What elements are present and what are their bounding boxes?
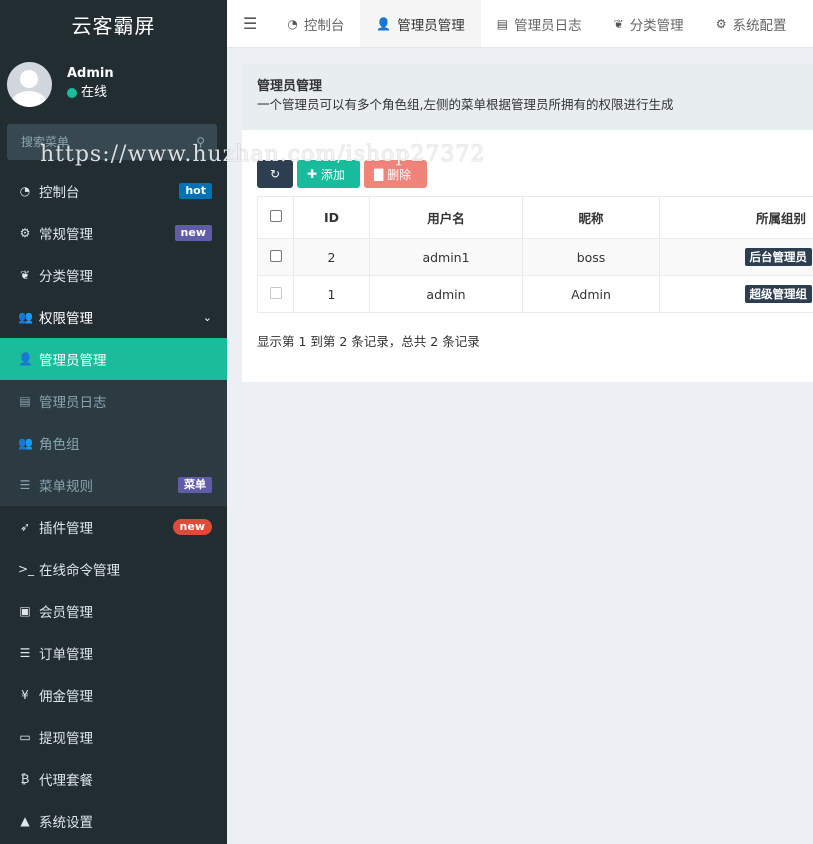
- list-alt-icon: ▤: [496, 16, 509, 31]
- sidebar-item-agent-package[interactable]: ₿ 代理套餐: [0, 758, 227, 800]
- warning-icon: ▲: [20, 814, 30, 828]
- search-box: ⚲: [7, 124, 217, 160]
- tab-admin[interactable]: 👤 管理员管理: [360, 0, 481, 47]
- cogs-icon: ⚙: [19, 226, 31, 240]
- paypal-card-icon: ▭: [19, 730, 31, 744]
- auth-submenu: 👤 管理员管理 ▤ 管理员日志 👥 角色组 ☰ 菜单规则 菜单: [0, 338, 227, 506]
- sidebar-item-system-settings[interactable]: ▲ 系统设置: [0, 800, 227, 842]
- row-checkbox-disabled: [269, 286, 282, 299]
- sidebar-item-auth[interactable]: 👥 权限管理 ⌄: [0, 296, 227, 338]
- dashboard-icon: ◔: [19, 184, 31, 198]
- panel-heading: 管理员管理 一个管理员可以有多个角色组,左侧的菜单根据管理员所拥有的权限进行生成: [242, 64, 813, 130]
- leaf-icon: ❦: [19, 268, 31, 282]
- tab-admin-log[interactable]: ▤ 管理员日志: [481, 0, 598, 47]
- leaf-icon: ❦: [613, 16, 624, 31]
- table-row[interactable]: 2 admin1 boss 后台管理员: [257, 238, 813, 276]
- table-row[interactable]: 1 admin Admin 超级管理组: [257, 275, 813, 313]
- sidebar-item-commission[interactable]: ¥ 佣金管理: [0, 674, 227, 716]
- yen-icon: ¥: [21, 688, 29, 702]
- cell-id: 2: [293, 238, 370, 276]
- refresh-button[interactable]: ↻: [257, 160, 293, 188]
- terminal-icon: >_: [18, 562, 35, 576]
- users-icon: 👥: [18, 310, 33, 324]
- sidebar-item-admin[interactable]: 👤 管理员管理: [0, 338, 227, 380]
- new-badge: new: [172, 519, 212, 535]
- sidebar-item-withdraw[interactable]: ▭ 提现管理: [0, 716, 227, 758]
- list-icon: ☰: [19, 646, 31, 660]
- sidebar-item-order[interactable]: ☰ 订单管理: [0, 632, 227, 674]
- user-panel: Admin 在线: [0, 48, 227, 120]
- sidebar-item-menu-rule[interactable]: ☰ 菜单规则 菜单: [0, 464, 227, 506]
- tab-dashboard[interactable]: ◔ 控制台: [271, 0, 360, 47]
- sidebar-item-command[interactable]: >_ 在线命令管理: [0, 548, 227, 590]
- new-badge: new: [174, 225, 212, 241]
- table-header-row: ID 用户名 昵称 所属组别: [257, 196, 813, 239]
- bitcoin-icon: ₿: [20, 772, 30, 786]
- cell-nickname: boss: [522, 238, 660, 276]
- toolbar: ↻ ✚ 添加 ▇ 删除: [257, 160, 798, 188]
- sidebar: 云客霸屏 Admin 在线 ⚲ ◔ 控制台 hot ⚙ 常规管理 new ❦ 分…: [0, 0, 227, 844]
- cell-nickname: Admin: [522, 275, 660, 313]
- add-button[interactable]: ✚ 添加: [297, 160, 360, 188]
- bars-icon: ☰: [19, 478, 31, 492]
- app-logo[interactable]: 云客霸屏: [0, 0, 227, 48]
- sidebar-item-admin-log[interactable]: ▤ 管理员日志: [0, 380, 227, 422]
- select-all-checkbox[interactable]: [269, 210, 282, 222]
- plus-icon: ✚: [307, 167, 318, 181]
- cell-username: admin: [369, 275, 523, 313]
- column-header-username[interactable]: 用户名: [369, 196, 523, 239]
- column-header-group[interactable]: 所属组别: [659, 196, 813, 239]
- main-content: 管理员管理 一个管理员可以有多个角色组,左侧的菜单根据管理员所拥有的权限进行生成…: [242, 64, 813, 382]
- hot-badge: hot: [179, 183, 212, 199]
- column-header-nickname[interactable]: 昵称: [522, 196, 660, 239]
- cell-username: admin1: [369, 238, 523, 276]
- page-description: 一个管理员可以有多个角色组,左侧的菜单根据管理员所拥有的权限进行生成: [257, 97, 674, 112]
- user-icon: 👤: [376, 16, 392, 31]
- column-header-id[interactable]: ID: [293, 196, 370, 239]
- menu-badge: 菜单: [178, 477, 212, 493]
- group-label: 超级管理组: [744, 285, 812, 303]
- sidebar-item-role-group[interactable]: 👥 角色组: [0, 422, 227, 464]
- list-alt-icon: ▤: [19, 394, 31, 408]
- refresh-icon: ↻: [269, 167, 281, 181]
- admin-table: ID 用户名 昵称 所属组别 2 admin1 boss 后台管理员 1 adm…: [257, 196, 813, 313]
- select-all-cell: [257, 196, 294, 239]
- search-input[interactable]: [21, 135, 171, 149]
- chevron-down-icon: ⌄: [202, 310, 212, 324]
- sidebar-item-dashboard[interactable]: ◔ 控制台 hot: [0, 170, 227, 212]
- delete-button[interactable]: ▇ 删除: [364, 160, 427, 188]
- panel-body: ↻ ✚ 添加 ▇ 删除 ID 用户名 昵称 所属组别 2 admin1 boss…: [242, 130, 813, 382]
- page-title: 管理员管理: [257, 79, 323, 94]
- rocket-icon: ➶: [19, 520, 31, 534]
- user-name: Admin: [67, 66, 114, 81]
- group-label: 后台管理员: [744, 248, 812, 266]
- gear-icon: ⚙: [715, 16, 727, 31]
- tab-system-config[interactable]: ⚙ 系统配置: [700, 0, 803, 47]
- menu-toggle-icon[interactable]: ☰: [227, 0, 271, 47]
- dashboard-icon: ◔: [287, 16, 298, 31]
- group-icon: 👥: [18, 436, 33, 450]
- user-status: 在线: [67, 83, 114, 103]
- sidebar-item-general[interactable]: ⚙ 常规管理 new: [0, 212, 227, 254]
- user-icon: 👤: [18, 352, 33, 366]
- id-card-icon: ▣: [19, 604, 31, 618]
- cell-id: 1: [293, 275, 370, 313]
- top-tab-bar: ☰ ◔ 控制台 👤 管理员管理 ▤ 管理员日志 ❦ 分类管理 ⚙ 系统配置: [227, 0, 813, 48]
- pagination-summary: 显示第 1 到第 2 条记录，总共 2 条记录: [257, 334, 480, 349]
- sidebar-item-member[interactable]: ▣ 会员管理: [0, 590, 227, 632]
- tab-category[interactable]: ❦ 分类管理: [598, 0, 700, 47]
- search-icon[interactable]: ⚲: [196, 135, 205, 149]
- sidebar-item-plugin[interactable]: ➶ 插件管理 new: [0, 506, 227, 548]
- online-dot-icon: [67, 88, 77, 98]
- trash-icon: ▇: [374, 167, 384, 181]
- sidebar-item-category[interactable]: ❦ 分类管理: [0, 254, 227, 296]
- row-checkbox[interactable]: [269, 249, 282, 262]
- sidebar-menu: ◔ 控制台 hot ⚙ 常规管理 new ❦ 分类管理 👥 权限管理 ⌄ 👤 管…: [0, 170, 227, 842]
- avatar: [7, 61, 52, 107]
